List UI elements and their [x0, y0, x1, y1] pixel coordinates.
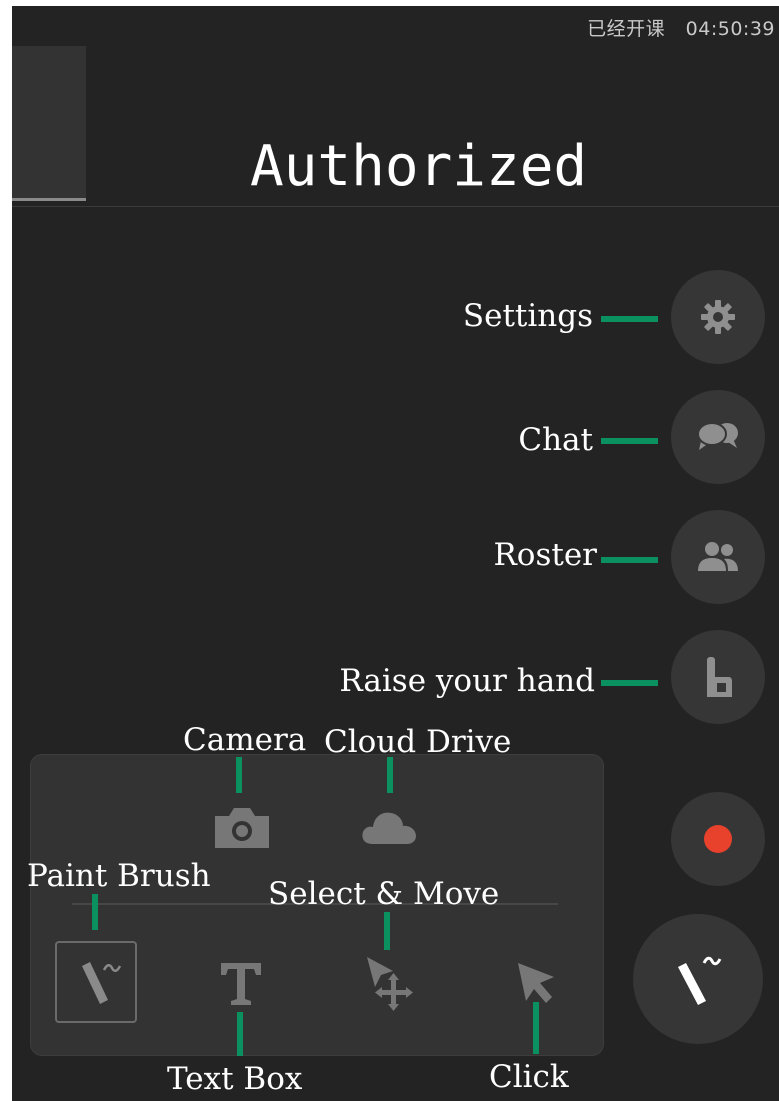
- raise-hand-annotation: Raise your hand: [339, 663, 595, 699]
- cloud-drive-annotation: Cloud Drive: [324, 724, 512, 760]
- click-annotation: Click: [489, 1059, 569, 1095]
- header-divider: [12, 206, 779, 207]
- class-timer: 04:50:39: [685, 18, 775, 40]
- raise-hand-button[interactable]: [671, 630, 765, 724]
- video-thumbnail[interactable]: [12, 46, 86, 201]
- record-dot-icon: [704, 825, 732, 853]
- text-box-marker: [237, 1012, 243, 1056]
- camera-marker: [236, 757, 242, 793]
- text-box-tool[interactable]: [208, 952, 274, 1014]
- roster-marker: [601, 557, 658, 563]
- class-status-text: 已经开课: [587, 18, 666, 40]
- text-box-annotation: Text Box: [167, 1061, 303, 1097]
- cloud-icon: [362, 812, 416, 844]
- authorized-label: Authorized: [250, 134, 588, 199]
- chat-button[interactable]: [671, 390, 765, 484]
- camera-icon: [215, 808, 269, 848]
- settings-marker: [601, 316, 658, 322]
- cloud-drive-button[interactable]: [356, 800, 422, 852]
- status-bar: 已经开课 04:50:39: [573, 14, 775, 41]
- paint-brush-marker: [92, 894, 98, 930]
- select-move-icon: [367, 957, 413, 1011]
- cloud-drive-marker: [387, 757, 393, 793]
- brush-icon: [82, 962, 122, 1004]
- people-icon: [698, 542, 738, 571]
- gear-icon: [701, 300, 735, 334]
- text-t-icon: [221, 963, 261, 1005]
- settings-button[interactable]: [671, 270, 765, 364]
- select-move-tool[interactable]: [358, 952, 424, 1014]
- record-button[interactable]: [671, 792, 765, 886]
- camera-annotation: Camera: [183, 722, 307, 758]
- hand-icon: [707, 657, 732, 697]
- roster-button[interactable]: [671, 510, 765, 604]
- click-marker: [533, 1002, 539, 1054]
- cursor-arrow-icon: [518, 963, 554, 1003]
- select-move-annotation: Select & Move: [268, 876, 500, 912]
- chat-annotation: Chat: [518, 422, 593, 458]
- camera-button[interactable]: [210, 798, 274, 856]
- select-move-marker: [384, 912, 390, 950]
- paint-brush-tool[interactable]: [55, 941, 137, 1023]
- raise-hand-marker: [601, 680, 658, 686]
- roster-annotation: Roster: [493, 537, 597, 573]
- drawing-fab-button[interactable]: [633, 914, 763, 1044]
- chat-bubbles-icon: [697, 422, 738, 450]
- paint-brush-annotation: Paint Brush: [27, 858, 211, 894]
- chat-marker: [601, 438, 658, 444]
- settings-annotation: Settings: [462, 298, 593, 334]
- brush-icon: [678, 956, 722, 1005]
